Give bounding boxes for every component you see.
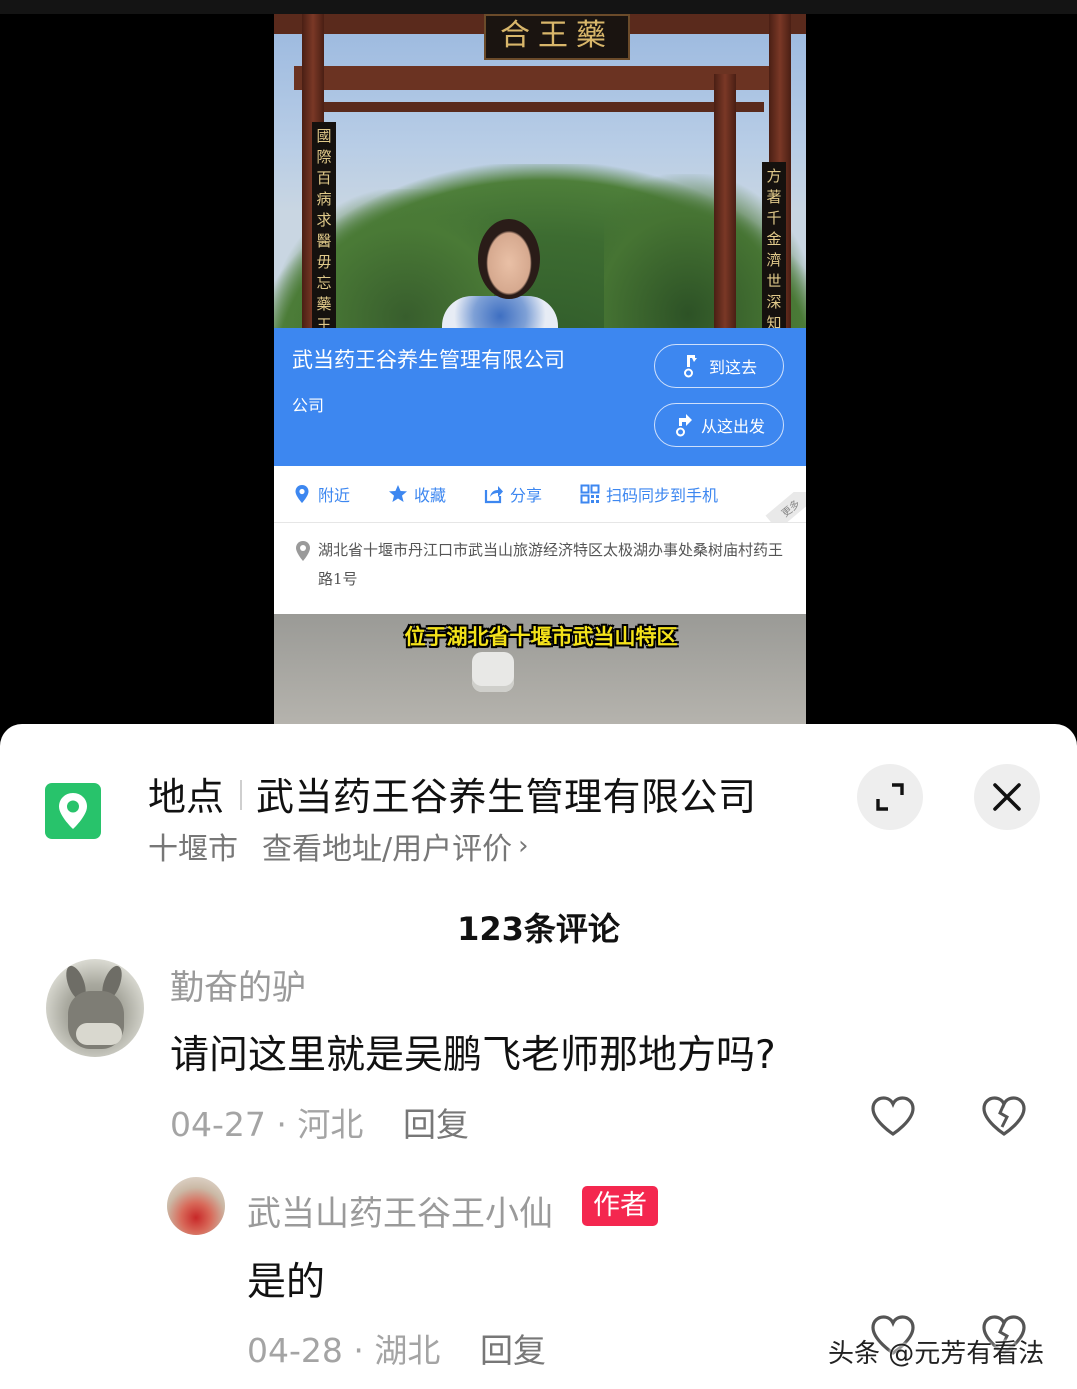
- route-icon: [683, 355, 697, 378]
- close-icon: [993, 783, 1021, 811]
- location-label: 地点: [148, 775, 225, 819]
- expand-icon: [876, 783, 904, 811]
- comment-text: 是的: [247, 1260, 326, 1305]
- close-button[interactable]: [974, 764, 1040, 830]
- start-here-button[interactable]: 从这出发: [654, 403, 784, 447]
- dislike-broken-heart-icon[interactable]: [981, 1095, 1027, 1137]
- start-here-label: 从这出发: [700, 417, 765, 436]
- location-icon[interactable]: [45, 783, 101, 839]
- more-tag[interactable]: 更多: [762, 492, 806, 522]
- sync-to-phone-button[interactable]: 扫码同步到手机: [580, 482, 718, 506]
- share-label: 分享: [510, 486, 543, 505]
- location-city: 十堰市: [148, 832, 238, 867]
- like-heart-icon[interactable]: [870, 1095, 916, 1137]
- map-poi-card: 武当药王谷养生管理有限公司 公司 到这去 从这出发 附近 收藏 分享 扫码同步到…: [274, 328, 806, 614]
- comment-username[interactable]: 武当山药王谷王小仙: [247, 1186, 553, 1235]
- video-player[interactable]: 合王藥 國際百病求醫毋忘藥王 方著千金濟世深知人命 武当药王谷养生管理有限公司 …: [0, 0, 1077, 724]
- reply-button[interactable]: 回复: [480, 1324, 546, 1372]
- chevron-right-icon: ›: [518, 831, 529, 861]
- depart-icon: [675, 414, 692, 437]
- presenter-head: [478, 219, 540, 299]
- share-icon: [484, 486, 504, 504]
- gate-couplet-left: 國際百病求醫毋忘藥王: [312, 122, 336, 344]
- go-here-label: 到这去: [708, 358, 757, 377]
- watermark: 头条 @元芳有看法: [828, 1339, 1045, 1369]
- expand-button[interactable]: [857, 764, 923, 830]
- comment-username[interactable]: 勤奋的驴: [170, 960, 306, 1009]
- video-subtitle: 位于湖北省十堰市武当山特区: [404, 625, 678, 649]
- view-address-reviews-label: 查看地址/用户评价: [262, 832, 513, 867]
- nearby-label: 附近: [318, 486, 351, 505]
- address-pin-icon: [296, 541, 310, 561]
- presenter-shoes: [472, 652, 514, 692]
- share-button[interactable]: 分享: [484, 482, 542, 506]
- location-name[interactable]: 武当药王谷养生管理有限公司: [256, 766, 757, 821]
- gate-sign: 合王藥: [484, 14, 630, 60]
- star-icon: [389, 485, 408, 502]
- view-address-reviews-link[interactable]: 查看地址/用户评价 ›: [262, 824, 529, 868]
- avatar[interactable]: [167, 1177, 225, 1235]
- gate-couplet-right: 方著千金濟世深知人命: [762, 162, 786, 344]
- nearby-button[interactable]: 附近: [292, 482, 350, 506]
- poi-address: 湖北省十堰市丹江口市武当山旅游经济特区太极湖办事处桑树庙村药王路1号: [318, 541, 784, 588]
- map-pin-icon: [59, 793, 87, 829]
- poi-type: 公司: [292, 396, 325, 415]
- top-bar: [0, 0, 1077, 14]
- reply-button[interactable]: 回复: [403, 1098, 469, 1146]
- go-here-button[interactable]: 到这去: [654, 344, 784, 388]
- poi-action-row: 附近 收藏 分享 扫码同步到手机: [274, 466, 806, 522]
- card-divider: [274, 522, 806, 523]
- sync-to-phone-label: 扫码同步到手机: [606, 486, 719, 505]
- comment-count: 123条评论: [457, 910, 620, 948]
- gate-pillar-inner-right: [714, 74, 736, 344]
- donkey-mouth: [76, 1023, 122, 1045]
- favorite-button[interactable]: 收藏: [388, 482, 446, 506]
- location-separator: [240, 780, 242, 810]
- comment-text: 请问这里就是吴鹏飞老师那地方吗?: [170, 1033, 776, 1078]
- gate-beam-middle: [294, 66, 784, 90]
- location-pin-icon: [295, 485, 309, 503]
- poi-header: 武当药王谷养生管理有限公司 公司 到这去 从这出发: [274, 328, 806, 466]
- avatar[interactable]: [46, 959, 144, 1057]
- favorite-label: 收藏: [414, 486, 447, 505]
- author-badge: 作者: [582, 1186, 658, 1226]
- gate-beam-lower: [314, 102, 764, 112]
- comment-meta: 04-27 · 河北: [170, 1105, 364, 1144]
- comment-sheet: 地点 武当药王谷养生管理有限公司 十堰市 查看地址/用户评价 › 123条评论 …: [0, 724, 1077, 1389]
- comment-meta: 04-28 · 湖北: [247, 1331, 441, 1370]
- more-label: 更多: [765, 492, 806, 522]
- qr-code-icon: [580, 484, 600, 504]
- poi-name: 武当药王谷养生管理有限公司: [292, 348, 565, 372]
